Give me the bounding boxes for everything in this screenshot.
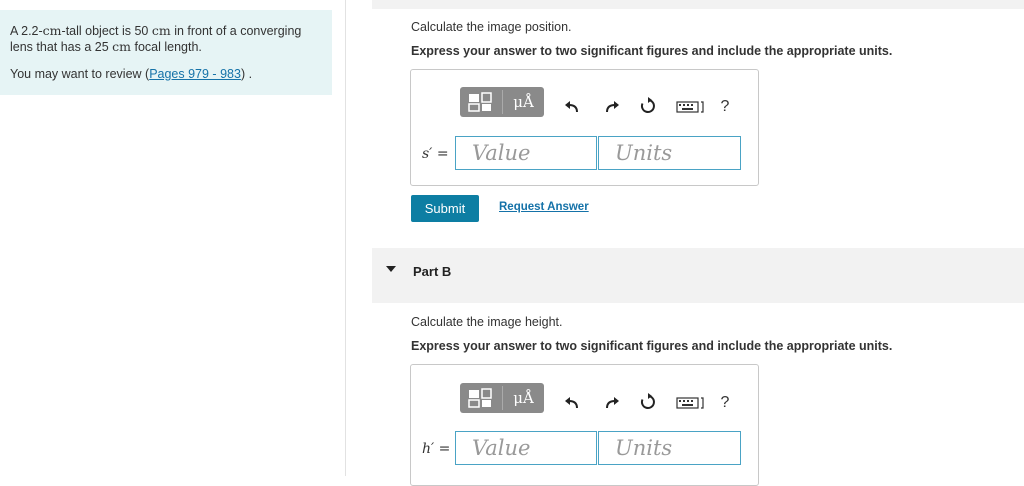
part-a-instruction: Express your answer to two significant f… <box>411 44 893 58</box>
part-a-value-field[interactable] <box>455 136 597 170</box>
reset-icon[interactable] <box>638 96 658 116</box>
column-divider <box>345 0 346 476</box>
part-a-prompt: Calculate the image position. <box>411 20 572 34</box>
problem-statement: A 2.2-cm-tall object is 50 cm in front o… <box>10 23 325 55</box>
reset-icon[interactable] <box>638 392 658 412</box>
part-b-instruction: Express your answer to two significant f… <box>411 339 893 353</box>
review-pages-link[interactable]: Pages 979 - 983 <box>149 67 241 81</box>
part-a-value-input[interactable] <box>456 137 596 169</box>
part-a-units-field[interactable] <box>598 136 741 170</box>
problem-text: A 2.2- <box>10 24 43 38</box>
review-prefix: You may want to review ( <box>10 67 150 81</box>
part-b-prompt: Calculate the image height. <box>411 315 563 329</box>
redo-icon[interactable] <box>602 392 622 412</box>
keyboard-icon[interactable] <box>676 394 706 412</box>
part-b-template-toolbar: μÅ <box>460 383 544 413</box>
part-a-variable-label: s′ = <box>422 146 449 162</box>
part-b-value-field[interactable] <box>455 431 597 465</box>
part-b-title: Part B <box>413 264 452 279</box>
units-mu-icon[interactable]: μÅ <box>503 383 544 413</box>
part-b-value-input[interactable] <box>456 432 596 464</box>
part-a-template-toolbar: μÅ <box>460 87 544 117</box>
help-icon[interactable]: ? <box>716 393 734 413</box>
problem-text: -tall object is 50 <box>61 24 152 38</box>
templates-icon[interactable] <box>460 87 501 117</box>
mu-symbol: μÅ <box>513 389 534 407</box>
part-b-variable-label: h′ = <box>422 441 451 457</box>
help-icon[interactable]: ? <box>716 97 734 117</box>
keyboard-icon[interactable] <box>676 98 706 116</box>
unit-cm: cm <box>42 23 62 38</box>
redo-icon[interactable] <box>602 96 622 116</box>
undo-icon[interactable] <box>562 392 582 412</box>
caret-down-icon[interactable] <box>386 266 396 272</box>
part-a-units-input[interactable] <box>599 137 740 169</box>
part-b-units-input[interactable] <box>599 432 740 464</box>
templates-icon[interactable] <box>460 383 501 413</box>
submit-button[interactable]: Submit <box>411 195 479 222</box>
review-line: You may want to review (Pages 979 - 983)… <box>10 67 252 81</box>
problem-text: focal length. <box>131 40 202 54</box>
part-b-header[interactable] <box>372 248 1024 303</box>
part-b-units-field[interactable] <box>598 431 741 465</box>
unit-cm: cm <box>112 39 132 54</box>
problem-panel: A 2.2-cm-tall object is 50 cm in front o… <box>0 10 332 95</box>
review-suffix: ) . <box>240 67 253 81</box>
mu-symbol: μÅ <box>513 93 534 111</box>
units-mu-icon[interactable]: μÅ <box>503 87 544 117</box>
request-answer-link[interactable]: Request Answer <box>499 201 589 213</box>
undo-icon[interactable] <box>562 96 582 116</box>
unit-cm: cm <box>151 23 171 38</box>
part-a-header-strip <box>372 0 1024 9</box>
